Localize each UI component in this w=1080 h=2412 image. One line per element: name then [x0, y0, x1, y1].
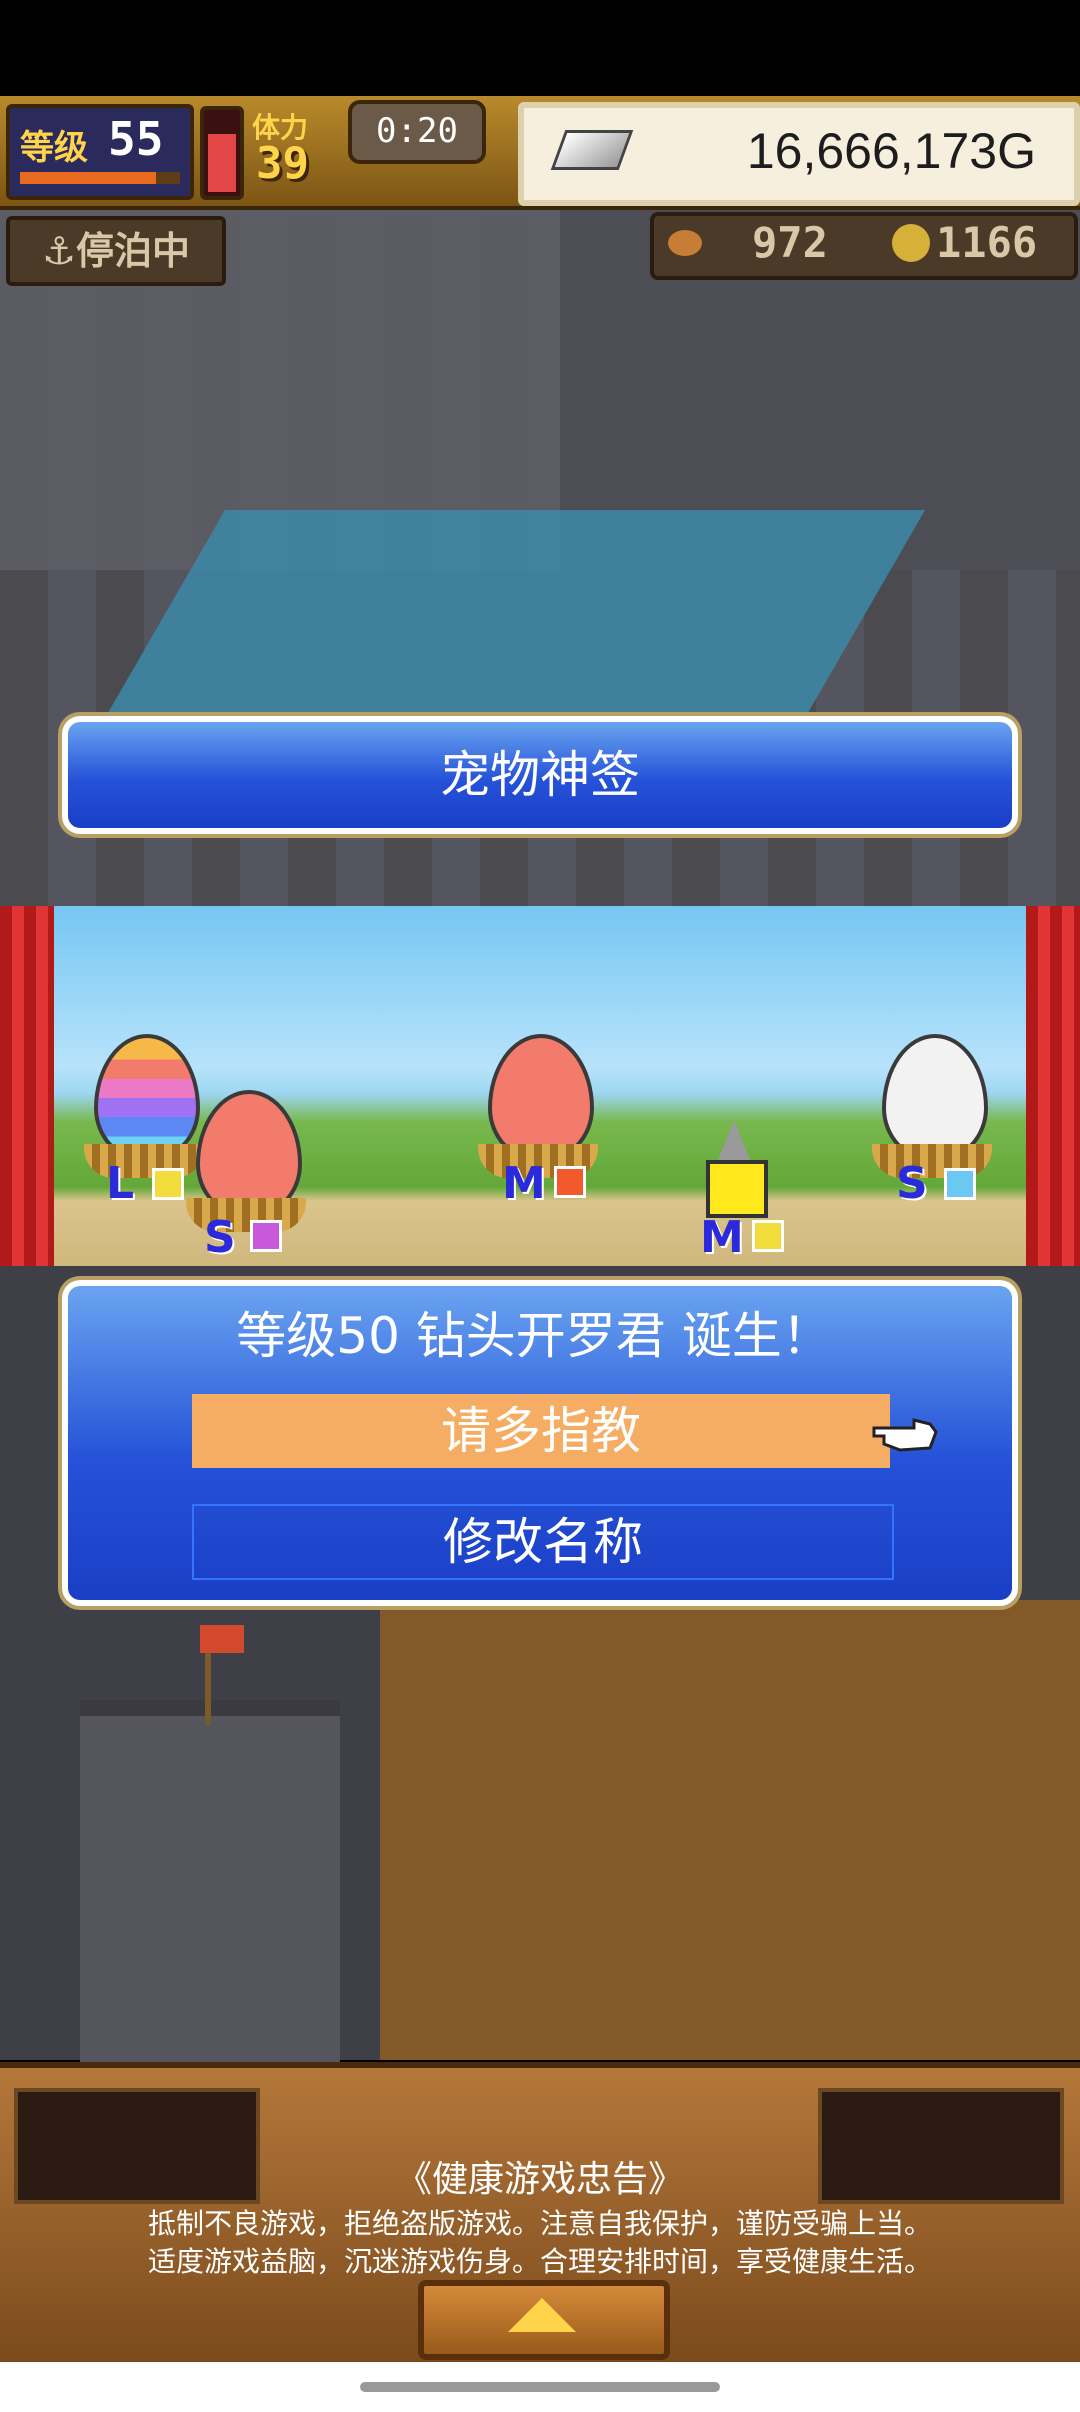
egg-size-label: S [896, 1158, 928, 1209]
health-notice-title: 《健康游戏忠告》 [395, 2159, 684, 2200]
fire-element-icon [554, 1166, 586, 1198]
docked-label: 停泊中 [76, 229, 191, 273]
egg-size-label: L [106, 1158, 135, 1209]
lightning-element-icon [152, 1168, 184, 1200]
pet-size-label: M [700, 1212, 744, 1263]
stamina-value: 39 [256, 138, 309, 189]
flag-icon [200, 1625, 244, 1653]
egg-size-label: M [502, 1158, 546, 1209]
health-notice-line1: 抵制不良游戏，拒绝盗版游戏。注意自我保护，谨防受骗上当。 [147, 2207, 932, 2240]
level-progress-bar [20, 172, 180, 184]
up-arrow-icon [508, 2298, 576, 2332]
result-text: 等级50 钻头开罗君 诞生！ [236, 1307, 832, 1365]
egg-white [882, 1034, 988, 1162]
confirm-button[interactable]: 请多指教 [192, 1394, 890, 1468]
driller-pet-sprite [706, 1160, 768, 1218]
coin-value: 1166 [936, 218, 1038, 267]
castle-tower [80, 1700, 340, 2076]
egg-rainbow [94, 1034, 200, 1162]
curtain-left [0, 906, 54, 1266]
health-notice-line2: 适度游戏益脑，沉迷游戏伤身。合理安排时间，享受健康生活。 [147, 2245, 932, 2278]
rename-button[interactable]: 修改名称 [192, 1504, 894, 1580]
dialog-title: 宠物神签 [62, 716, 1018, 834]
ship-deck [380, 1600, 1080, 2060]
curtain-right [1026, 906, 1080, 1266]
timer: 0:20 [348, 100, 486, 164]
level-progress-fill [20, 172, 156, 184]
drill-icon [718, 1120, 750, 1160]
egg-size-label: S [204, 1212, 236, 1263]
egg-pink [488, 1034, 594, 1162]
coin-icon [892, 224, 930, 262]
purple-element-icon [250, 1220, 282, 1252]
anchor-icon: ⚓ [41, 229, 77, 273]
level-box: 等级 55 [6, 104, 194, 200]
docked-status[interactable]: ⚓停泊中 [6, 216, 226, 286]
silver-ingot-icon [550, 130, 634, 170]
egg-stage: L S M M S [54, 906, 1026, 1266]
expand-menu-button[interactable] [418, 2280, 670, 2360]
top-hud: 等级 55 体力 39 0:20 16,666,173G [0, 96, 1080, 210]
pointing-hand-icon [872, 1418, 938, 1452]
food-icon [668, 230, 702, 256]
resource-box: 972 1166 [650, 212, 1078, 280]
home-indicator[interactable] [360, 2382, 720, 2392]
level-label: 等级 [20, 128, 88, 168]
level-value: 55 [108, 112, 164, 166]
stamina-gauge [200, 106, 244, 200]
stamina-fill [208, 133, 236, 192]
gold-box[interactable]: 16,666,173G [518, 102, 1080, 206]
nest [84, 1144, 204, 1178]
gold-value: 16,666,173G [746, 123, 1036, 179]
ice-element-icon [944, 1168, 976, 1200]
status-bar [0, 0, 1080, 96]
food-value: 972 [752, 218, 828, 267]
lightning-element-icon [752, 1220, 784, 1252]
